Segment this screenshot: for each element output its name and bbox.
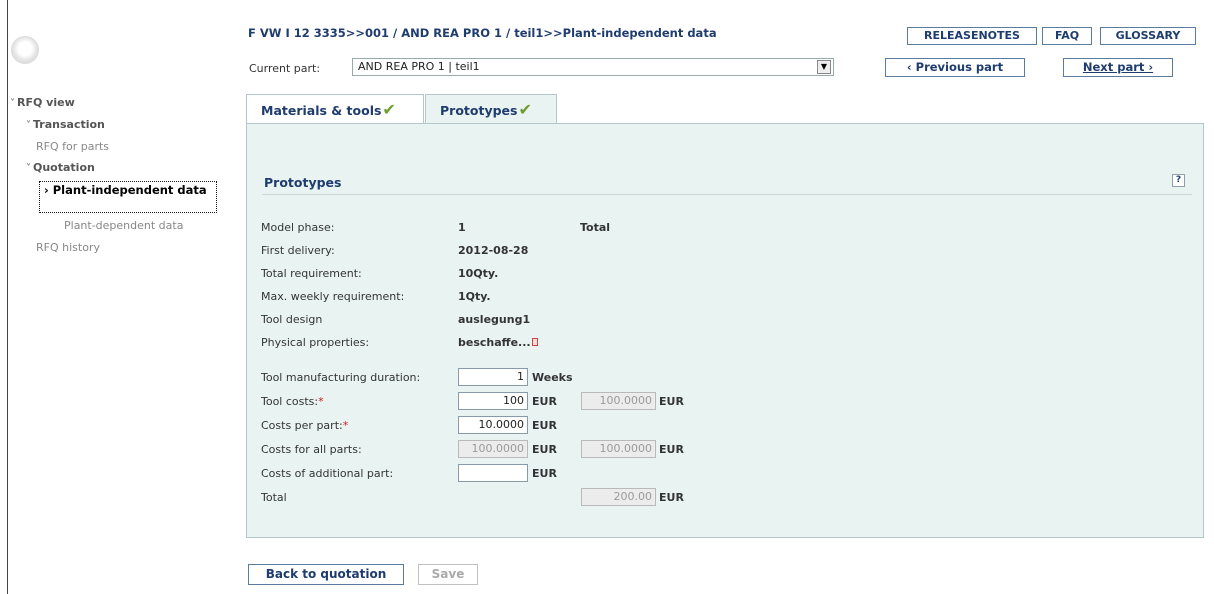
faq-button[interactable]: FAQ: [1042, 27, 1092, 45]
tool-costs-total: 100.0000: [581, 392, 656, 410]
releasenotes-button[interactable]: RELEASENOTES: [907, 27, 1037, 45]
chevron-down-icon: ˅: [26, 163, 31, 174]
tool-costs-total-unit: EUR: [659, 395, 684, 408]
first-delivery-label: First delivery:: [261, 244, 335, 257]
current-part-label: Current part:: [249, 62, 321, 75]
breadcrumb: F VW I 12 3335>>001 / AND REA PRO 1 / te…: [248, 26, 717, 40]
sidebar-item-rfq-for-parts[interactable]: RFQ for parts: [36, 140, 109, 154]
total-unit: EUR: [659, 491, 684, 504]
sidebar-item-plant-independent[interactable]: › Plant-independent data: [39, 181, 217, 213]
costs-additional-unit: EUR: [532, 467, 557, 480]
logo-icon: [11, 36, 39, 64]
section-divider: [262, 194, 1192, 195]
tab-materials-tools[interactable]: Materials & tools✔: [246, 94, 424, 124]
costs-additional-label: Costs of additional part:: [261, 467, 394, 480]
sidebar-item-rfq-view[interactable]: ˅ RFQ view: [10, 96, 75, 111]
next-part-button[interactable]: Next part ›: [1063, 58, 1173, 77]
left-border: [7, 0, 8, 594]
model-phase-label: Model phase:: [261, 221, 335, 234]
costs-all-parts-value: 100.0000: [458, 440, 528, 458]
max-weekly-value: 1Qty.: [458, 290, 491, 303]
costs-all-parts-label: Costs for all parts:: [261, 443, 362, 456]
checkmark-icon: ✔: [382, 100, 396, 119]
total-value: 200.00: [581, 488, 656, 506]
tool-costs-label: Tool costs:*: [261, 395, 324, 408]
sidebar-item-quotation[interactable]: ˅ Quotation: [26, 161, 95, 176]
tab-prototypes[interactable]: Prototypes✔: [425, 94, 557, 124]
total-requirement-label: Total requirement:: [261, 267, 362, 280]
sidebar-item-plant-dependent[interactable]: Plant-dependent data: [64, 219, 183, 233]
tool-design-value: auslegung1: [458, 313, 531, 326]
chevron-right-icon: ›: [44, 183, 53, 197]
tool-design-label: Tool design: [261, 313, 323, 326]
previous-part-button[interactable]: ‹ Previous part: [885, 58, 1025, 77]
section-title: Prototypes: [264, 175, 342, 190]
glossary-button[interactable]: GLOSSARY: [1100, 27, 1196, 45]
physical-properties-value: beschaffe...: [458, 336, 538, 349]
costs-per-part-input[interactable]: 10.0000: [458, 416, 528, 434]
duration-input[interactable]: 1: [458, 368, 528, 386]
costs-all-parts-total: 100.0000: [581, 440, 656, 458]
model-phase-value: 1: [458, 221, 466, 234]
chevron-down-icon: ˅: [10, 98, 15, 109]
sidebar-item-transaction[interactable]: ˅ Transaction: [26, 118, 105, 133]
costs-all-parts-unit: EUR: [532, 443, 557, 456]
sidebar-item-rfq-history[interactable]: RFQ history: [36, 241, 100, 255]
first-delivery-value: 2012-08-28: [458, 244, 529, 257]
total-label: Total: [261, 491, 287, 504]
costs-per-part-label: Costs per part:*: [261, 419, 349, 432]
dropdown-arrow-icon[interactable]: ▼: [817, 60, 831, 74]
costs-per-part-unit: EUR: [532, 419, 557, 432]
model-phase-total: Total: [580, 221, 611, 234]
physical-properties-label: Physical properties:: [261, 336, 370, 349]
tool-costs-unit: EUR: [532, 395, 557, 408]
costs-all-parts-total-unit: EUR: [659, 443, 684, 456]
total-requirement-value: 10Qty.: [458, 267, 499, 280]
save-button[interactable]: Save: [418, 564, 478, 585]
prototypes-panel: Prototypes ? Model phase: 1 Total First …: [246, 123, 1204, 538]
duration-unit: Weeks: [532, 371, 573, 384]
costs-additional-input[interactable]: [458, 464, 528, 482]
current-part-value: AND REA PRO 1 | teil1: [358, 60, 480, 73]
max-weekly-label: Max. weekly requirement:: [261, 290, 405, 303]
help-icon[interactable]: ?: [1172, 174, 1185, 187]
tool-costs-input[interactable]: 100: [458, 392, 528, 410]
checkmark-icon: ✔: [518, 100, 532, 119]
current-part-select[interactable]: AND REA PRO 1 | teil1 ▼: [352, 58, 834, 76]
chevron-down-icon: ˅: [26, 120, 31, 131]
info-marker-icon[interactable]: [531, 338, 538, 346]
duration-label: Tool manufacturing duration:: [261, 371, 421, 384]
back-to-quotation-button[interactable]: Back to quotation: [248, 564, 404, 585]
